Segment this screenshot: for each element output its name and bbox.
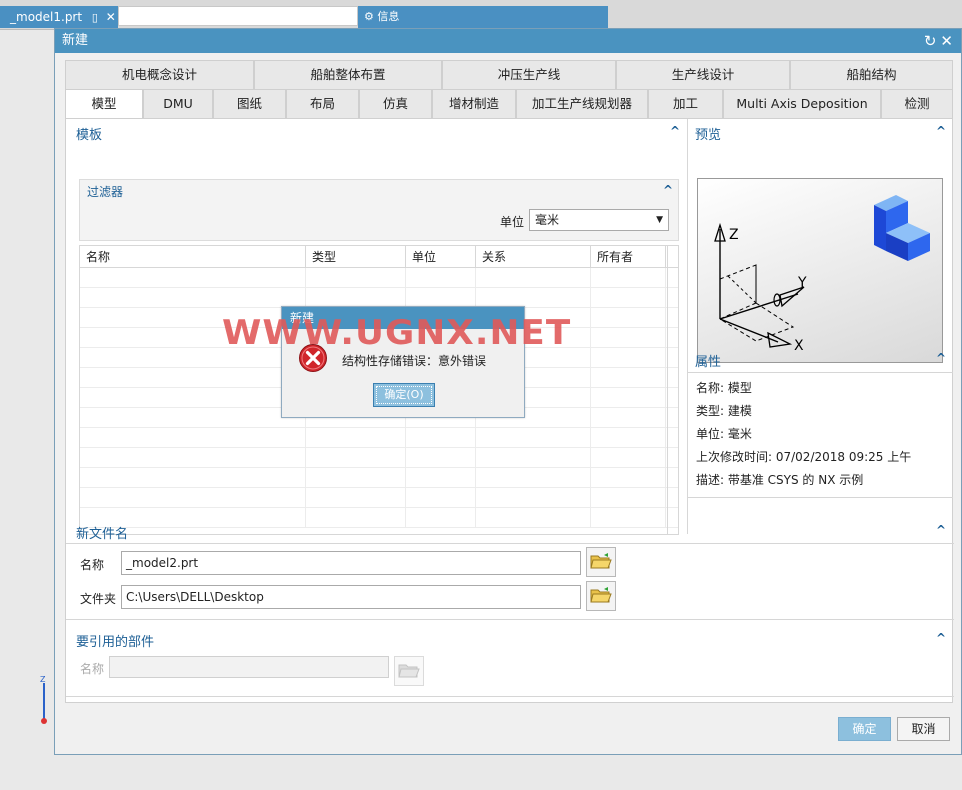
property-description: 描述: 带基准 CSYS 的 NX 示例 (696, 473, 864, 487)
cancel-button[interactable]: 取消 (897, 717, 950, 741)
close-icon[interactable]: ✕ (940, 32, 957, 50)
triad-icon: Z (40, 675, 47, 724)
table-row (80, 508, 678, 528)
app-tab-bar: _model1.prt ▯ ✕ ⚙ 信息 (0, 0, 962, 30)
referenced-name-field (109, 656, 389, 678)
file-tab[interactable]: _model1.prt ▯ ✕ (0, 6, 118, 28)
unit-label: 单位 (500, 215, 525, 229)
folder-label: 文件夹 (80, 592, 117, 606)
divider (66, 696, 954, 697)
csys-preview-graphic: Z X Y (714, 195, 930, 354)
property-unit: 单位: 毫米 (696, 427, 752, 441)
tab-machining-planner[interactable]: 加工生产线规划器 (516, 89, 648, 118)
table-row (80, 268, 678, 288)
unit-select[interactable]: 毫米 ▼ (529, 209, 669, 231)
ok-button[interactable]: 确定 (838, 717, 891, 741)
tab-additive[interactable]: 增材制造 (432, 89, 516, 118)
filter-group: 过滤器 ^ 单位 毫米 ▼ (79, 179, 679, 241)
unit-select-value: 毫米 (535, 213, 560, 227)
tab-ship-layout[interactable]: 船舶整体布置 (254, 60, 442, 89)
dialog-title: 新建 (62, 33, 89, 48)
collapse-referenced-icon[interactable]: ^ (936, 631, 946, 645)
column-unit[interactable]: 单位 (406, 246, 476, 267)
gear-icon: ⚙ (364, 10, 374, 23)
table-row (80, 468, 678, 488)
tab-row-2: 模型 DMU 图纸 布局 仿真 增材制造 加工生产线规划器 加工 Multi A… (65, 89, 953, 118)
column-relation[interactable]: 关系 (476, 246, 591, 267)
divider (66, 543, 954, 544)
tab-simulation[interactable]: 仿真 (359, 89, 432, 118)
column-owner[interactable]: 所有者 (591, 246, 666, 267)
new-file-name-field[interactable]: _model2.prt (121, 551, 581, 575)
divider (688, 497, 953, 498)
tab-mechatronics[interactable]: 机电概念设计 (65, 60, 254, 89)
preview-axis-x: X (794, 338, 804, 354)
table-header: 名称 类型 单位 关系 所有者 (80, 246, 678, 268)
tab-machining[interactable]: 加工 (648, 89, 723, 118)
template-header: 模板 (76, 128, 103, 143)
tab-dmu[interactable]: DMU (143, 89, 213, 118)
tab-layout[interactable]: 布局 (286, 89, 359, 118)
preview-header: 预览 (695, 128, 722, 143)
column-name[interactable]: 名称 (80, 246, 306, 267)
file-tab-label: _model1.prt (10, 10, 83, 24)
info-tab[interactable]: ⚙ 信息 (358, 6, 608, 28)
collapse-preview-icon[interactable]: ^ (936, 124, 946, 138)
property-name: 名称: 模型 (696, 381, 752, 395)
tab-row-1: 机电概念设计 船舶整体布置 冲压生产线 生产线设计 船舶结构 (65, 60, 953, 89)
error-message: 结构性存储错误：意外错误 (342, 354, 487, 368)
browse-referenced-button (394, 656, 424, 686)
table-row (80, 488, 678, 508)
info-tab-label: 信息 (377, 10, 400, 23)
folder-path-field[interactable]: C:\Users\DELL\Desktop (121, 585, 581, 609)
new-file-header: 新文件名 (76, 527, 129, 542)
graphics-area-bottom (0, 754, 962, 790)
referenced-header: 要引用的部件 (76, 635, 155, 650)
collapse-new-file-icon[interactable]: ^ (936, 523, 946, 537)
filter-header: 过滤器 (87, 185, 124, 199)
watermark-logo: WWW.UGNX.NET (222, 313, 572, 353)
table-row (80, 428, 678, 448)
tab-inspection[interactable]: 检测 (881, 89, 953, 118)
table-row (80, 288, 678, 308)
preview-axis-y: Y (797, 275, 807, 291)
reset-icon[interactable]: ↻ (924, 32, 941, 50)
folder-icon (398, 661, 420, 682)
folder-icon (590, 586, 612, 607)
divider (66, 619, 954, 620)
dialog-title-bar: 新建 ↻✕ (55, 29, 961, 53)
collapse-properties-icon[interactable]: ^ (936, 351, 946, 365)
close-icon[interactable]: ✕ (106, 10, 116, 24)
property-modified: 上次修改时间: 07/02/2018 09:25 上午 (696, 450, 912, 464)
svg-text:Z: Z (40, 675, 46, 684)
tab-line-design[interactable]: 生产线设计 (616, 60, 790, 89)
preview-image: Z X Y (697, 178, 943, 363)
chevron-down-icon: ▼ (656, 215, 663, 225)
preview-axis-z: Z (729, 227, 739, 243)
folder-icon (590, 552, 612, 573)
new-file-name-label: 名称 (80, 558, 105, 572)
tab-press-line[interactable]: 冲压生产线 (442, 60, 616, 89)
property-type: 类型: 建模 (696, 404, 752, 418)
browse-folder-button[interactable] (586, 581, 616, 611)
panel-divider (687, 119, 688, 534)
browse-name-button[interactable] (586, 547, 616, 577)
tab-ship-structure[interactable]: 船舶结构 (790, 60, 953, 89)
tab-drawing[interactable]: 图纸 (213, 89, 286, 118)
document-icon[interactable]: ▯ (92, 11, 98, 24)
collapse-filter-icon[interactable]: ^ (663, 183, 673, 197)
blank-tab (118, 6, 358, 26)
table-scroll-edge (667, 246, 668, 534)
column-type[interactable]: 类型 (306, 246, 406, 267)
referenced-name-label: 名称 (80, 662, 105, 676)
properties-header: 属性 (695, 355, 722, 370)
divider (688, 372, 953, 373)
collapse-template-icon[interactable]: ^ (670, 124, 680, 138)
table-row (80, 448, 678, 468)
tab-multi-axis[interactable]: Multi Axis Deposition (723, 89, 881, 118)
tab-model[interactable]: 模型 (65, 89, 143, 118)
error-ok-button[interactable]: 确定(O) (373, 383, 435, 407)
